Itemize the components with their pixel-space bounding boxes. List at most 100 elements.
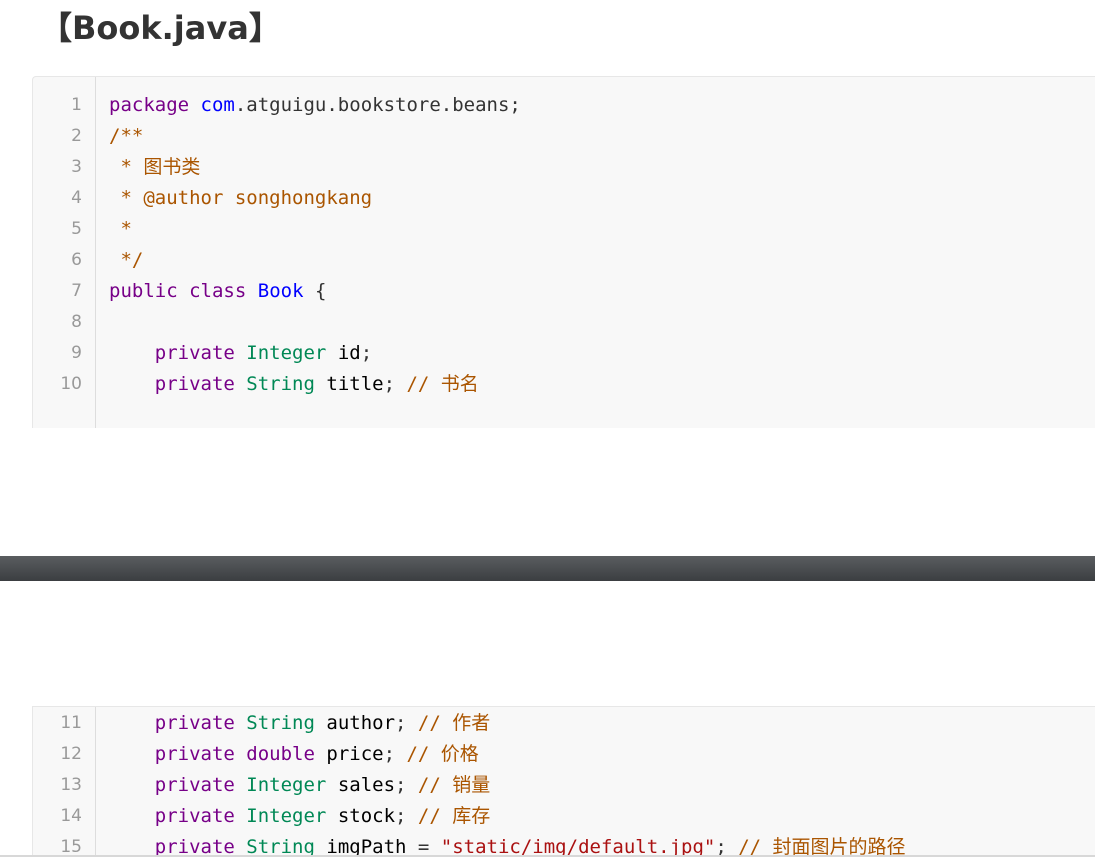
code-token: private	[154, 712, 235, 734]
page-break-bar	[0, 556, 1095, 581]
code-token: author	[326, 712, 396, 734]
code-token: /**	[109, 125, 144, 147]
code-token: {	[303, 280, 327, 302]
code-token: public	[109, 280, 178, 302]
code-line: 13 private Integer sales; // 销量	[33, 770, 1095, 801]
code-token: Integer	[246, 805, 327, 827]
code-token: */	[109, 249, 144, 271]
code-line: 15 private String imgPath = "static/img/…	[33, 832, 1095, 863]
code-text: /**	[109, 121, 143, 152]
code-token: ;	[395, 805, 418, 827]
code-token: ;	[383, 743, 407, 765]
line-number: 14	[60, 806, 82, 826]
code-token: .atguigu.bookstore.beans;	[234, 94, 521, 116]
code-token: String	[246, 373, 315, 395]
code-text: */	[109, 245, 143, 276]
code-line: 14 private Integer stock; // 库存	[33, 801, 1095, 832]
code-text: private Integer id;	[109, 338, 372, 369]
code-token: String	[246, 712, 315, 734]
line-number: 6	[71, 250, 82, 270]
code-token: // 库存	[417, 805, 491, 827]
line-number: 11	[60, 713, 82, 733]
code-token: double	[246, 743, 315, 765]
code-token: private	[154, 743, 235, 765]
line-number: 15	[60, 837, 82, 857]
code-block-bottom: 11 private String author; // 作者 12 privat…	[32, 706, 1095, 858]
document-title: 【Book.java】	[40, 9, 281, 47]
line-number: 7	[71, 281, 82, 301]
code-token: ;	[395, 774, 418, 796]
code-line: 10 private String title; // 书名	[33, 369, 1095, 400]
code-token: title	[326, 373, 384, 395]
code-token: // 销量	[417, 774, 491, 796]
code-line: 11 private String author; // 作者	[33, 708, 1095, 739]
code-line: 7 public class Book {	[33, 276, 1095, 307]
code-token: // 作者	[417, 712, 491, 734]
code-text: package com.atguigu.bookstore.beans;	[109, 90, 521, 121]
code-token: // 书名	[406, 373, 479, 395]
code-token: com	[200, 94, 235, 116]
line-number: 1	[71, 95, 82, 115]
code-token: private	[154, 805, 235, 827]
line-number: 9	[71, 343, 82, 363]
code-line: 4 * @author songhongkang	[33, 183, 1095, 214]
code-line: 12 private double price; // 价格	[33, 739, 1095, 770]
line-number: 10	[60, 374, 82, 394]
code-text: public class Book {	[109, 276, 326, 307]
code-text: private Integer stock; // 库存	[109, 801, 490, 832]
code-token: private	[154, 774, 235, 796]
code-line: 5 *	[33, 214, 1095, 245]
code-line: 6 */	[33, 245, 1095, 276]
code-text: *	[109, 214, 132, 245]
code-token: class	[189, 280, 247, 302]
code-token: Integer	[246, 342, 327, 364]
code-token: Book	[257, 280, 304, 302]
line-number: 12	[60, 744, 82, 764]
code-token: *	[109, 218, 132, 240]
code-token: * 图书类	[109, 156, 201, 178]
line-number: 8	[71, 312, 82, 332]
code-text: private String title; // 书名	[109, 369, 479, 400]
code-line: 9 private Integer id;	[33, 338, 1095, 369]
code-line: 2 /**	[33, 121, 1095, 152]
code-text: private String author; // 作者	[109, 708, 490, 739]
code-token: ;	[383, 373, 407, 395]
code-token: private	[154, 373, 235, 395]
code-text: private double price; // 价格	[109, 739, 479, 770]
code-token: price	[326, 743, 384, 765]
line-number: 4	[71, 188, 82, 208]
line-number: 3	[71, 157, 82, 177]
code-text: private Integer sales; // 销量	[109, 770, 490, 801]
code-text: * @author songhongkang	[109, 183, 372, 214]
code-token: stock	[337, 805, 396, 827]
code-line: 3 * 图书类	[33, 152, 1095, 183]
line-number: 5	[71, 219, 82, 239]
code-token: id	[337, 342, 361, 364]
code-token: package	[109, 94, 190, 116]
code-token: * @author songhongkang	[109, 187, 373, 209]
line-number: 13	[60, 775, 82, 795]
code-block-top: 1 package com.atguigu.bookstore.beans; 2 /*…	[32, 76, 1095, 428]
code-text: * 图书类	[109, 152, 200, 183]
code-token: private	[154, 342, 235, 364]
